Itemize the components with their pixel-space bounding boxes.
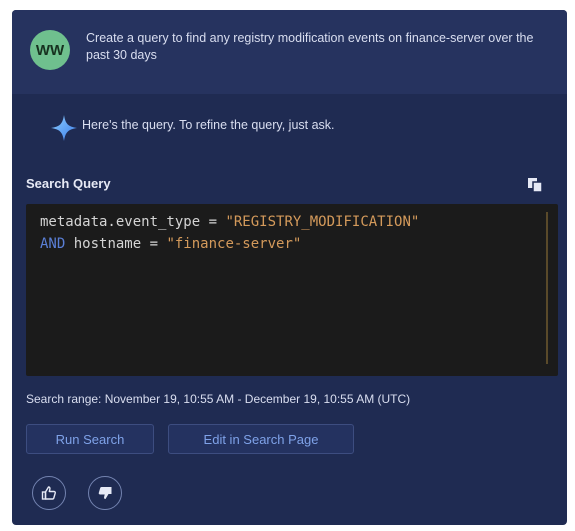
query-field: metadata.event_type — [40, 214, 201, 230]
copy-icon[interactable] — [526, 176, 544, 194]
query-field: hostname — [65, 236, 142, 252]
run-search-button[interactable]: Run Search — [26, 424, 154, 454]
thumbs-down-icon — [98, 487, 112, 499]
query-keyword: AND — [40, 236, 66, 252]
search-range-text: Search range: November 19, 10:55 AM - De… — [26, 392, 411, 406]
user-message-row: WW Create a query to find any registry m… — [12, 10, 567, 94]
chat-panel: WW Create a query to find any registry m… — [12, 10, 567, 525]
query-value: "finance-server" — [166, 236, 302, 252]
editor-scrollbar[interactable] — [546, 212, 548, 364]
thumbs-down-button[interactable] — [88, 476, 122, 510]
query-line-1: metadata.event_type = "REGISTRY_MODIFICA… — [40, 214, 419, 230]
query-operator: = — [141, 236, 167, 252]
query-editor[interactable]: metadata.event_type = "REGISTRY_MODIFICA… — [26, 204, 558, 376]
user-message-text: Create a query to find any registry modi… — [86, 31, 534, 62]
edit-in-search-page-button[interactable]: Edit in Search Page — [168, 424, 354, 454]
assistant-message-text: Here's the query. To refine the query, j… — [82, 118, 335, 132]
avatar: WW — [30, 30, 70, 70]
query-value: "REGISTRY_MODIFICATION" — [225, 214, 420, 230]
sparkle-icon — [51, 115, 77, 141]
query-label: Search Query — [26, 176, 111, 191]
thumbs-up-button[interactable] — [32, 476, 66, 510]
query-operator: = — [200, 214, 226, 230]
query-line-2: AND hostname = "finance-server" — [40, 236, 301, 252]
assistant-message-row: Here's the query. To refine the query, j… — [12, 94, 567, 154]
thumbs-up-icon — [41, 486, 56, 500]
